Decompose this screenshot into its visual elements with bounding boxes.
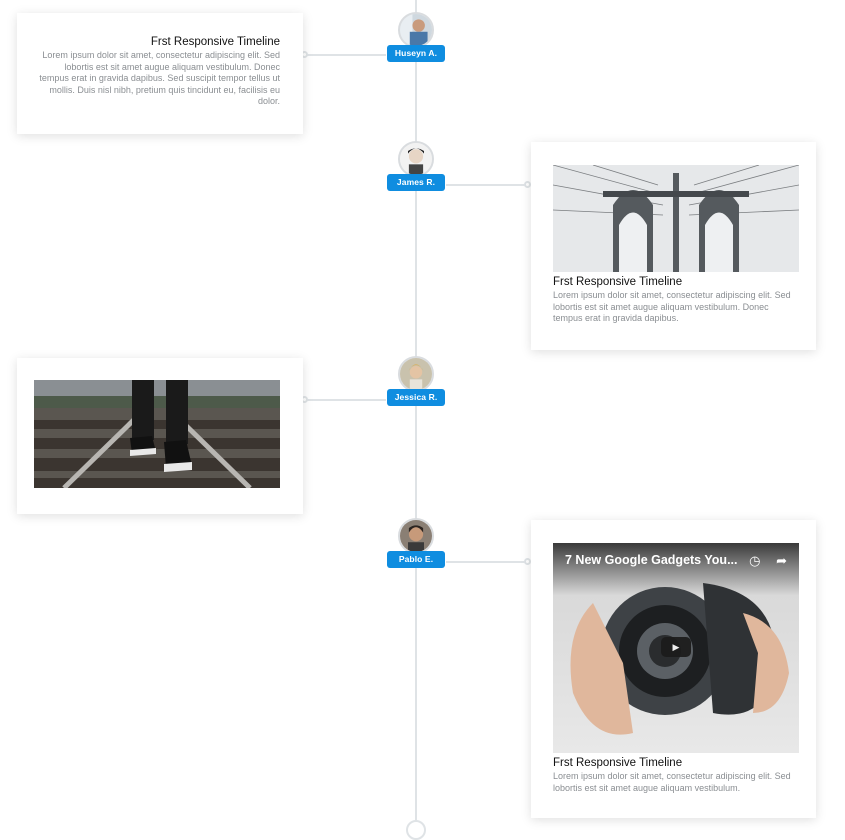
avatar[interactable] bbox=[398, 356, 434, 392]
bridge-photo bbox=[553, 165, 799, 272]
author-tag[interactable]: Pablo E. bbox=[387, 551, 445, 568]
card-title: Frst Responsive Timeline bbox=[553, 757, 683, 769]
clock-icon[interactable]: ◷ bbox=[749, 553, 760, 568]
avatar[interactable] bbox=[398, 12, 434, 48]
connector-2 bbox=[446, 184, 530, 186]
avatar[interactable] bbox=[398, 518, 434, 554]
timeline-node-4: Pablo E. bbox=[386, 518, 446, 578]
video-embed[interactable]: 7 New Google Gadgets You... ◷ ➦ ▶ bbox=[553, 543, 799, 753]
connector-dot-4 bbox=[524, 558, 531, 565]
card-title: Frst Responsive Timeline bbox=[553, 276, 683, 288]
play-icon[interactable]: ▶ bbox=[661, 637, 691, 657]
connector-4 bbox=[446, 561, 530, 563]
timeline-card-3 bbox=[17, 358, 303, 514]
avatar[interactable] bbox=[398, 141, 434, 177]
connector-1 bbox=[304, 54, 386, 56]
card-text: Lorem ipsum dolor sit amet, consectetur … bbox=[553, 290, 791, 323]
timeline-card-4: 7 New Google Gadgets You... ◷ ➦ ▶ Frst R… bbox=[531, 520, 816, 818]
railway-sneakers-photo bbox=[34, 380, 280, 488]
video-actions: ◷ ➦ bbox=[749, 553, 787, 569]
connector-dot-2 bbox=[524, 181, 531, 188]
connector-3 bbox=[304, 399, 386, 401]
timeline-card-1: Frst Responsive Timeline Lorem ipsum dol… bbox=[17, 13, 303, 134]
timeline-end-dot bbox=[406, 820, 426, 840]
timeline-node-3: Jessica R. bbox=[386, 356, 446, 416]
timeline-node-1: Huseyn A. bbox=[386, 12, 446, 72]
video-title[interactable]: 7 New Google Gadgets You... bbox=[565, 553, 738, 567]
share-icon[interactable]: ➦ bbox=[776, 553, 787, 568]
timeline-card-2: Frst Responsive Timeline Lorem ipsum dol… bbox=[531, 142, 816, 350]
author-tag[interactable]: Jessica R. bbox=[387, 389, 445, 406]
card-text: Lorem ipsum dolor sit amet, consectetur … bbox=[39, 50, 280, 106]
author-tag[interactable]: James R. bbox=[387, 174, 445, 191]
card-title: Frst Responsive Timeline bbox=[150, 36, 280, 48]
timeline-node-2: James R. bbox=[386, 141, 446, 201]
author-tag[interactable]: Huseyn A. bbox=[387, 45, 445, 62]
card-text: Lorem ipsum dolor sit amet, consectetur … bbox=[553, 771, 791, 793]
